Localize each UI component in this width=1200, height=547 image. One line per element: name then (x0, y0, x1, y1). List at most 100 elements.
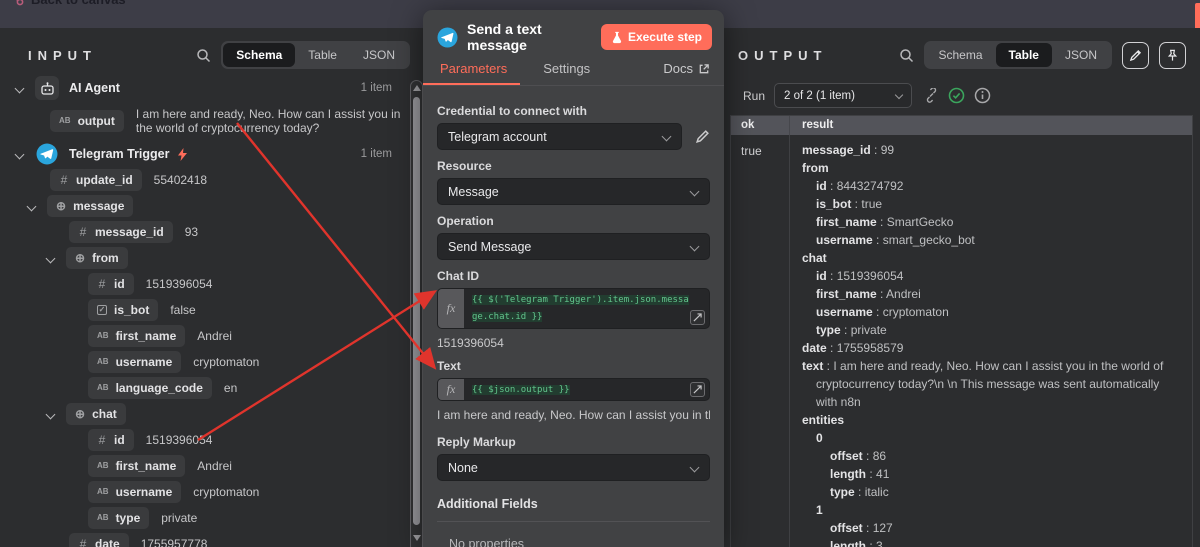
result-key: date (802, 341, 827, 355)
field-pill[interactable]: AB username (88, 351, 182, 373)
schema-field-row[interactable]: AB first_name Andrei (0, 453, 410, 479)
field-pill[interactable]: ⊕ from (66, 247, 128, 269)
pin-data-button[interactable] (1159, 41, 1186, 69)
field-key: language_code (115, 381, 203, 395)
schema-field-row[interactable]: # id 1519396054 (0, 271, 410, 297)
result-field-row: date : 1755958579 (802, 341, 904, 355)
schema-field-row[interactable]: ⊕ from (0, 245, 410, 271)
field-pill[interactable]: AB first_name (88, 325, 186, 347)
tab-settings[interactable]: Settings (543, 61, 590, 85)
chat-id-expression[interactable]: {{ $('Telegram Trigger').item.json.messa… (472, 295, 689, 322)
schema-field-row[interactable]: AB username cryptomaton (0, 479, 410, 505)
scroll-down-arrow[interactable] (412, 535, 421, 541)
resource-select[interactable]: Message (437, 178, 710, 205)
chat-id-expression-input[interactable]: fx {{ $('Telegram Trigger').item.json.me… (437, 288, 710, 329)
object-type-icon: ⊕ (56, 199, 67, 213)
docs-link[interactable]: Docs (663, 61, 710, 85)
field-value: Andrei (197, 329, 232, 343)
credential-label: Credential to connect with (437, 104, 588, 118)
string-type-icon: AB (97, 461, 109, 470)
schema-node-row[interactable]: Telegram Trigger 1 item (0, 141, 410, 167)
credential-select[interactable]: Telegram account (437, 123, 682, 150)
result-field-row: id : 8443274792 (816, 179, 904, 193)
scrollbar-thumb[interactable] (413, 97, 420, 525)
schema-field-row[interactable]: AB output I am here and ready, Neo. How ca… (0, 101, 410, 141)
telegram-icon (35, 142, 59, 166)
field-pill[interactable]: AB first_name (88, 455, 186, 477)
schema-field-row[interactable]: AB language_code en (0, 375, 410, 401)
expand-expression-icon[interactable] (690, 382, 705, 397)
expand-expression-icon[interactable] (690, 310, 705, 325)
field-pill[interactable]: AB type (88, 507, 150, 529)
tab-parameters[interactable]: Parameters (440, 61, 507, 85)
schema-field-row[interactable]: ⊕ chat (0, 401, 410, 427)
result-key: first_name (816, 287, 877, 301)
item-count: 1 item (360, 82, 392, 94)
output-tab-json[interactable]: JSON (1052, 43, 1110, 67)
field-value: 1519396054 (145, 277, 213, 291)
schema-field-row[interactable]: # date 1755957778 (0, 531, 410, 547)
link-run-icon[interactable] (924, 88, 939, 103)
output-tab-schema[interactable]: Schema (926, 43, 996, 67)
search-icon[interactable] (899, 48, 914, 63)
edit-credential-button[interactable] (695, 129, 710, 144)
execute-step-label: Execute step (627, 30, 702, 44)
field-pill[interactable]: ⊕ chat (66, 403, 126, 425)
schema-field-row[interactable]: AB first_name Andrei (0, 323, 410, 349)
chevron-down-icon[interactable] (45, 409, 56, 419)
search-icon[interactable] (196, 48, 211, 63)
schema-field-row[interactable]: AB username cryptomaton (0, 349, 410, 375)
output-tab-table[interactable]: Table (995, 43, 1052, 67)
field-pill[interactable]: # update_id (50, 169, 142, 191)
field-pill[interactable]: AB username (88, 481, 182, 503)
schema-field-row[interactable]: # message_id 93 (0, 219, 410, 245)
text-expression[interactable]: {{ $json.output }} (472, 385, 570, 395)
field-pill[interactable]: AB output (50, 110, 124, 132)
schema-field-row[interactable]: ✓ is_bot false (0, 297, 410, 323)
chevron-down-icon[interactable] (14, 149, 25, 159)
edit-output-button[interactable] (1122, 41, 1149, 69)
result-value: 41 (876, 467, 890, 481)
execute-step-button[interactable]: Execute step (600, 24, 712, 50)
operation-select[interactable]: Send Message (437, 233, 710, 260)
result-key: offset (830, 521, 863, 535)
result-field-row: type : italic (830, 485, 889, 499)
text-expression-input[interactable]: fx {{ $json.output }} (437, 378, 710, 401)
field-pill[interactable]: # id (88, 429, 134, 451)
result-field-row: 0 (802, 429, 1182, 447)
input-panel: INPUT Schema Table JSON AI Agent 1 item AB ou… (0, 28, 424, 547)
schema-field-row[interactable]: AB type private (0, 505, 410, 531)
scroll-up-arrow[interactable] (412, 85, 421, 91)
result-cell: message_id : 99 from id : 8443274792 is_bot… (789, 135, 1192, 547)
input-tab-table[interactable]: Table (295, 43, 350, 67)
string-type-icon: AB (97, 487, 109, 496)
back-to-canvas-button[interactable]: Back to canvas (8, 0, 126, 7)
fx-icon: fx (438, 379, 464, 400)
field-pill[interactable]: # date (69, 533, 129, 547)
result-value: SmartGecko (886, 215, 954, 229)
field-pill[interactable]: ✓ is_bot (88, 299, 159, 321)
field-key: update_id (76, 173, 133, 187)
result-field-row: length : 41 (830, 467, 890, 481)
field-pill[interactable]: ⊕ message (47, 195, 134, 217)
result-value: cryptomaton (882, 305, 949, 319)
schema-field-row[interactable]: ⊕ message (0, 193, 410, 219)
run-select[interactable]: 2 of 2 (1 item) (774, 83, 913, 108)
schema-node-row[interactable]: AI Agent 1 item (0, 75, 410, 101)
reply-markup-select[interactable]: None (437, 454, 710, 481)
input-tab-schema[interactable]: Schema (223, 43, 296, 67)
schema-field-row[interactable]: # id 1519396054 (0, 427, 410, 453)
chevron-down-icon[interactable] (14, 83, 25, 93)
input-scrollbar[interactable] (410, 80, 423, 547)
field-value: Andrei (197, 459, 232, 473)
chevron-down-icon[interactable] (45, 253, 56, 263)
operation-label: Operation (437, 214, 494, 228)
field-pill[interactable]: AB language_code (88, 377, 212, 399)
info-icon[interactable] (974, 87, 991, 104)
pencil-icon (1129, 49, 1142, 61)
field-pill[interactable]: # message_id (69, 221, 173, 243)
chevron-down-icon[interactable] (26, 201, 37, 211)
field-pill[interactable]: # id (88, 273, 134, 295)
input-tab-json[interactable]: JSON (350, 43, 408, 67)
schema-field-row[interactable]: # update_id 55402418 (0, 167, 410, 193)
